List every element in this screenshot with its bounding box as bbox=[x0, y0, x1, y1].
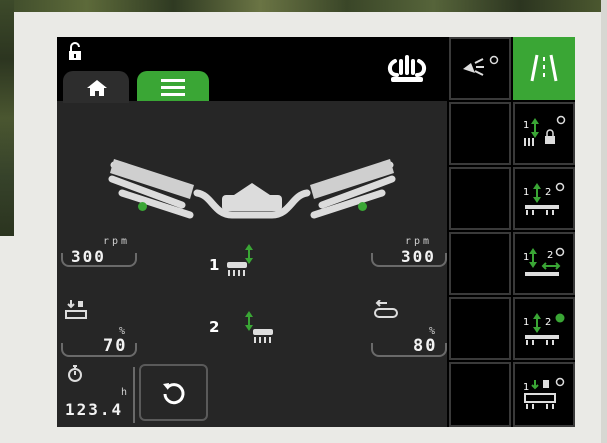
rake-machine-graphic bbox=[108, 159, 396, 219]
left-rpm-unit: rpm bbox=[103, 236, 131, 247]
rotor-1-2-lift-button[interactable]: 1 2 bbox=[513, 167, 575, 230]
svg-text:1: 1 bbox=[523, 317, 529, 328]
svg-text:2: 2 bbox=[547, 250, 553, 261]
background-field-left bbox=[0, 0, 14, 236]
background-right-edge bbox=[601, 0, 607, 443]
swath-position-icon bbox=[374, 300, 398, 318]
left-rotor-status-dot bbox=[138, 202, 147, 211]
empty-button-1[interactable] bbox=[449, 102, 511, 165]
rotor-1-2-lift-icon: 1 2 bbox=[523, 182, 565, 215]
left-rpm-underline bbox=[61, 253, 137, 267]
stopwatch-icon bbox=[68, 365, 82, 382]
work-light-icon bbox=[463, 55, 499, 76]
rotor1-lift-lock-button[interactable]: 1 bbox=[513, 102, 575, 165]
home-icon bbox=[87, 80, 107, 96]
rotor-2-label: 2 bbox=[209, 318, 220, 336]
tramline-button[interactable] bbox=[513, 37, 575, 100]
rotor-1-2-width-button[interactable]: 1 2 bbox=[513, 232, 575, 295]
right-rpm-unit: rpm bbox=[405, 236, 433, 247]
empty-button-4[interactable] bbox=[449, 297, 511, 360]
reset-icon bbox=[163, 383, 185, 405]
empty-button-3[interactable] bbox=[449, 232, 511, 295]
right-rotor-status-dot bbox=[358, 202, 367, 211]
rotor-1-2-width-icon: 1 2 bbox=[523, 247, 565, 276]
svg-text:1: 1 bbox=[523, 382, 529, 393]
rotor1-lift-lock-icon: 1 bbox=[523, 115, 566, 146]
svg-text:1: 1 bbox=[523, 120, 529, 131]
rake-mode-icon bbox=[388, 55, 426, 82]
hours-unit: h bbox=[121, 387, 131, 398]
terminal-screen: rpm 300 rpm 300 1 2 % 70 % 80 h 123.4 1 … bbox=[57, 37, 575, 427]
tab-menu[interactable] bbox=[137, 71, 209, 101]
svg-text:2: 2 bbox=[545, 187, 551, 198]
svg-text:1: 1 bbox=[523, 252, 529, 263]
rotor-1-lift-icon bbox=[227, 244, 253, 276]
left-percent-underline bbox=[61, 343, 137, 357]
rotor-1-label: 1 bbox=[209, 256, 220, 274]
work-light-button[interactable] bbox=[449, 37, 511, 100]
rotor-1-2-lift-active-icon: 1 2 bbox=[523, 313, 565, 345]
rotor-1-2-lift-active-button[interactable]: 1 2 bbox=[513, 297, 575, 360]
background-field bbox=[0, 0, 607, 12]
tramline-icon bbox=[530, 54, 558, 82]
rotor-2-lift-icon bbox=[245, 311, 273, 343]
empty-button-2[interactable] bbox=[449, 167, 511, 230]
hours-value: 123.4 bbox=[65, 400, 124, 419]
reset-button[interactable] bbox=[139, 364, 208, 421]
hours-divider bbox=[133, 367, 135, 423]
rotor1-lower-button[interactable]: 1 bbox=[513, 362, 575, 427]
right-percent-underline bbox=[371, 343, 447, 357]
rotor1-lower-icon: 1 bbox=[523, 377, 565, 409]
top-bar bbox=[57, 37, 447, 103]
menu-icon bbox=[161, 79, 185, 96]
unlock-icon[interactable] bbox=[66, 42, 84, 62]
right-rpm-underline bbox=[371, 253, 447, 267]
main-panel: rpm 300 rpm 300 1 2 % 70 % 80 h 123.4 bbox=[57, 37, 447, 427]
svg-text:1: 1 bbox=[523, 187, 529, 198]
empty-button-5[interactable] bbox=[449, 362, 511, 427]
swath-width-icon bbox=[65, 300, 87, 319]
svg-text:2: 2 bbox=[545, 317, 551, 328]
tab-home[interactable] bbox=[63, 71, 129, 103]
